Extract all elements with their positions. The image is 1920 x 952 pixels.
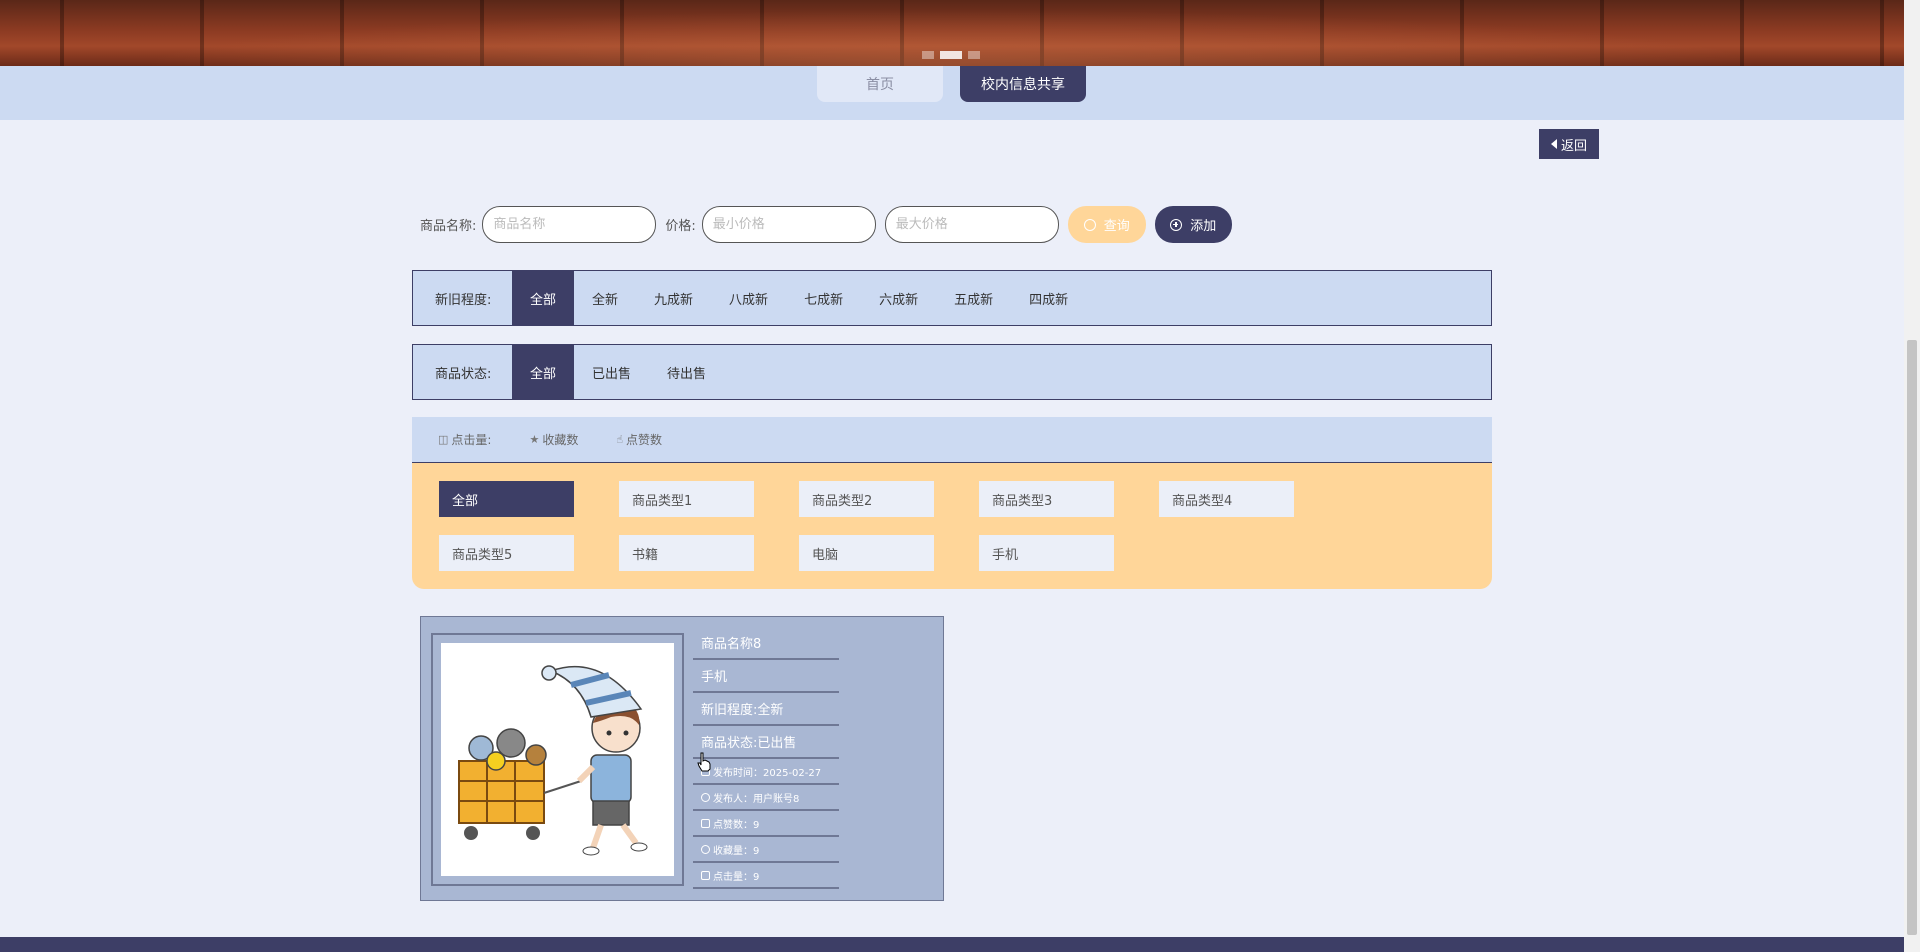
category-item[interactable]: 手机	[979, 535, 1114, 571]
thumbs-up-icon	[701, 818, 710, 828]
carousel-dot[interactable]	[968, 51, 980, 59]
nav-tab-home[interactable]: 首页	[817, 66, 943, 102]
product-card[interactable]: 商品名称8 手机 新旧程度:全新 商品状态:已出售 发布时间：2025-02-2…	[420, 616, 944, 901]
star-icon	[701, 844, 710, 854]
favorites-row: 收藏量：9	[693, 837, 839, 863]
publisher-row: 发布人：用户账号8	[693, 785, 839, 811]
user-icon	[701, 792, 710, 802]
sort-clicks-label: 点击量:	[451, 433, 492, 447]
plus-circle-icon	[1170, 218, 1183, 231]
product-category: 手机	[693, 660, 839, 693]
name-label: 商品名称:	[420, 219, 477, 234]
sort-favorites-label: 收藏数	[542, 433, 579, 447]
condition-option[interactable]: 八成新	[711, 271, 786, 325]
status-option[interactable]: 已出售	[574, 345, 649, 399]
max-price-input[interactable]	[884, 206, 1059, 243]
publish-time-row: 发布时间：2025-02-27	[693, 759, 839, 785]
add-button[interactable]: 添加	[1154, 206, 1232, 243]
sort-by-clicks[interactable]: ◫ 点击量:	[438, 431, 491, 448]
carousel-dot-active[interactable]	[940, 51, 962, 59]
product-image-frame	[431, 633, 684, 886]
vertical-scrollbar[interactable]	[1904, 0, 1920, 952]
add-button-label: 添加	[1190, 218, 1217, 233]
sort-bar: ◫ 点击量: ★ 收藏数 ☝ 点赞数	[412, 417, 1492, 463]
carousel-dots[interactable]	[922, 51, 980, 59]
category-panel: 全部 商品类型1 商品类型2 商品类型3 商品类型4 商品类型5 书籍 电脑 手…	[412, 463, 1492, 589]
condition-option[interactable]: 七成新	[786, 271, 861, 325]
category-item[interactable]: 商品类型5	[439, 535, 574, 571]
category-item[interactable]: 商品类型3	[979, 481, 1114, 517]
product-name: 商品名称8	[693, 627, 839, 660]
condition-option[interactable]: 四成新	[1011, 271, 1086, 325]
status-option[interactable]: 待出售	[649, 345, 724, 399]
publisher: 发布人：用户账号8	[713, 793, 800, 805]
category-item[interactable]: 商品类型1	[619, 481, 754, 517]
sort-by-likes[interactable]: ☝ 点赞数	[616, 431, 662, 448]
product-name-input[interactable]	[482, 206, 657, 243]
product-favorites: 收藏量：9	[713, 845, 760, 857]
condition-option[interactable]: 六成新	[861, 271, 936, 325]
product-clicks: 点击量：9	[713, 871, 760, 883]
back-button[interactable]: 返回	[1539, 129, 1599, 159]
condition-option[interactable]: 全部	[512, 271, 575, 325]
condition-option[interactable]: 九成新	[636, 271, 711, 325]
condition-filter-label: 新旧程度:	[435, 292, 492, 308]
footer-bar	[0, 937, 1904, 952]
clicks-row: 点击量：9	[693, 863, 839, 889]
sort-by-favorites[interactable]: ★ 收藏数	[529, 431, 578, 448]
hand-cursor-icon	[697, 752, 711, 772]
condition-option[interactable]: 全新	[574, 271, 636, 325]
price-label: 价格:	[665, 219, 696, 234]
carousel-dot[interactable]	[922, 51, 934, 59]
thumbs-up-icon: ☝	[616, 433, 624, 446]
sort-likes-label: 点赞数	[626, 433, 663, 447]
condition-filter: 新旧程度: 全部 全新 九成新 八成新 七成新 六成新 五成新 四成新	[412, 270, 1492, 326]
category-item[interactable]: 电脑	[799, 535, 934, 571]
status-filter: 商品状态: 全部 已出售 待出售	[412, 344, 1492, 400]
product-condition: 新旧程度:全新	[693, 693, 839, 726]
category-item[interactable]: 书籍	[619, 535, 754, 571]
product-info: 商品名称8 手机 新旧程度:全新 商品状态:已出售 发布时间：2025-02-2…	[693, 627, 839, 889]
eye-icon: ◫	[438, 433, 449, 446]
query-button[interactable]: 查询	[1067, 206, 1146, 243]
back-button-label: 返回	[1560, 138, 1587, 154]
star-icon: ★	[529, 433, 540, 446]
query-button-label: 查询	[1103, 218, 1130, 233]
category-item[interactable]: 全部	[439, 481, 574, 517]
caret-left-icon	[1550, 139, 1557, 149]
status-filter-label: 商品状态:	[435, 366, 492, 382]
banner-image	[0, 0, 1904, 66]
publish-time: 发布时间：2025-02-27	[713, 767, 822, 779]
product-image[interactable]	[441, 643, 674, 876]
product-likes: 点赞数：9	[713, 819, 760, 831]
kid-cart-illustration	[458, 665, 648, 856]
search-bar: 商品名称: 价格: 查询 添加	[420, 206, 1232, 243]
likes-row: 点赞数：9	[693, 811, 839, 837]
scrollbar-thumb[interactable]	[1907, 340, 1917, 935]
status-option[interactable]: 全部	[512, 345, 575, 399]
nav-bar: 首页 校内信息共享	[0, 66, 1904, 120]
category-item[interactable]: 商品类型2	[799, 481, 934, 517]
category-item[interactable]: 商品类型4	[1159, 481, 1294, 517]
nav-tab-info-share[interactable]: 校内信息共享	[960, 66, 1086, 102]
condition-option[interactable]: 五成新	[936, 271, 1011, 325]
min-price-input[interactable]	[701, 206, 876, 243]
search-icon	[1083, 218, 1096, 231]
product-status: 商品状态:已出售	[693, 726, 839, 759]
eye-icon	[701, 870, 710, 880]
